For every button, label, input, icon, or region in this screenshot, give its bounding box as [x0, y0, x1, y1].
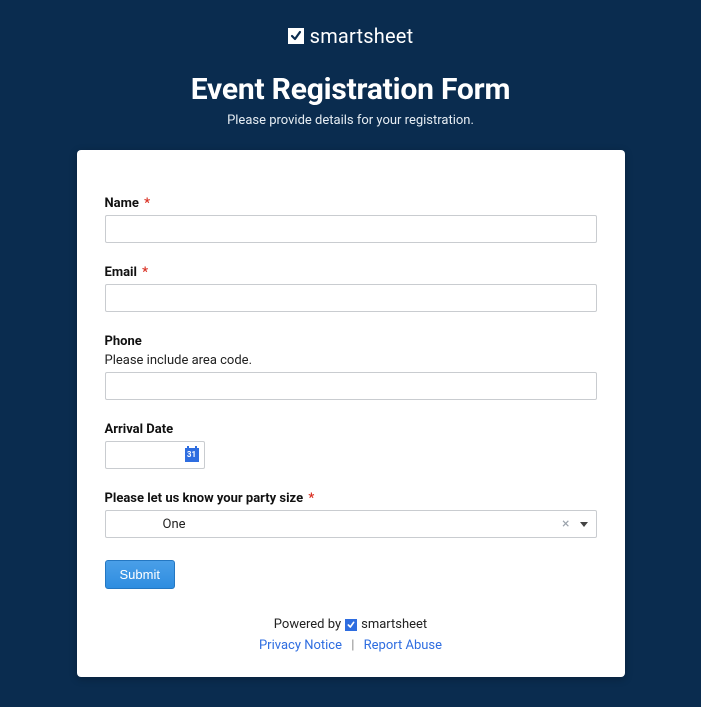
phone-label-text: Phone	[105, 334, 142, 349]
name-label-text: Name	[105, 196, 139, 211]
powered-by-label: Powered by	[274, 617, 341, 632]
name-input[interactable]	[105, 215, 597, 243]
party-size-value: One	[163, 517, 557, 532]
email-label: Email *	[105, 265, 597, 280]
checkmark-icon	[288, 28, 304, 44]
clear-icon[interactable]: ×	[556, 516, 575, 532]
privacy-notice-link[interactable]: Privacy Notice	[259, 638, 342, 653]
arrival-label: Arrival Date	[105, 422, 597, 437]
party-size-select[interactable]: One ×	[105, 510, 597, 538]
brand-name: smartsheet	[310, 24, 414, 48]
footer-links: Privacy Notice | Report Abuse	[105, 638, 597, 653]
arrival-label-text: Arrival Date	[105, 422, 174, 437]
required-asterisk: *	[142, 265, 148, 280]
form-card: Name * Email * Phone Please include area…	[77, 150, 625, 677]
field-arrival: Arrival Date 31	[105, 422, 597, 469]
phone-help: Please include area code.	[105, 353, 597, 368]
required-asterisk: *	[144, 196, 150, 211]
page-subtitle: Please provide details for your registra…	[227, 113, 474, 128]
name-label: Name *	[105, 196, 597, 211]
footer-brand-name: smartsheet	[361, 617, 427, 632]
phone-label: Phone	[105, 334, 597, 349]
report-abuse-link[interactable]: Report Abuse	[364, 638, 442, 653]
phone-input[interactable]	[105, 372, 597, 400]
field-phone: Phone Please include area code.	[105, 334, 597, 400]
field-party-size: Please let us know your party size * One…	[105, 491, 597, 538]
submit-button[interactable]: Submit	[105, 560, 175, 589]
calendar-icon[interactable]: 31	[185, 448, 199, 462]
email-label-text: Email	[105, 265, 137, 280]
required-asterisk: *	[308, 491, 314, 506]
page-title: Event Registration Form	[191, 72, 511, 107]
separator: |	[351, 638, 354, 653]
brand-logo: smartsheet	[288, 24, 414, 48]
form-footer: Powered by smartsheet Privacy Notice | R…	[105, 617, 597, 653]
party-label: Please let us know your party size *	[105, 491, 597, 506]
chevron-down-icon	[580, 522, 588, 527]
field-name: Name *	[105, 196, 597, 243]
email-input[interactable]	[105, 284, 597, 312]
powered-by: Powered by smartsheet	[274, 617, 427, 632]
checkmark-icon	[345, 619, 357, 631]
field-email: Email *	[105, 265, 597, 312]
party-label-text: Please let us know your party size	[105, 491, 304, 506]
people-icon	[112, 517, 155, 531]
